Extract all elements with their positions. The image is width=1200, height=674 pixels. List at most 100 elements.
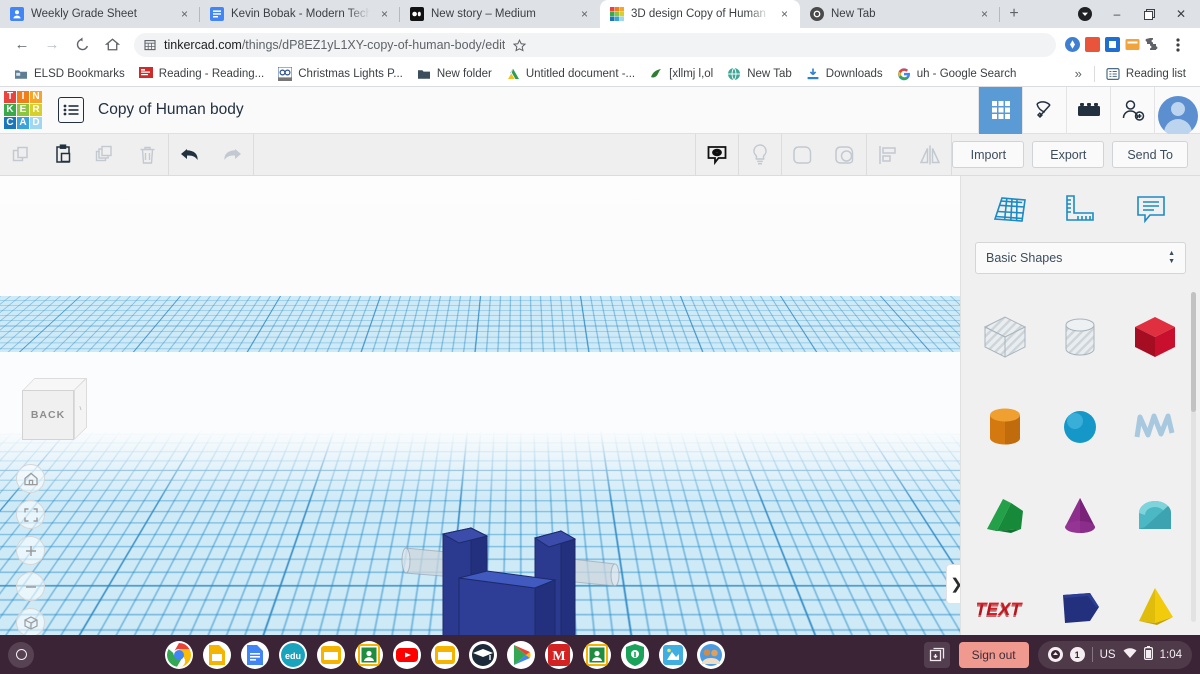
slides-app[interactable]: [203, 640, 231, 669]
avatar[interactable]: [1154, 86, 1200, 134]
bookmark-item[interactable]: New Tab: [720, 63, 799, 85]
profile-badge-icon[interactable]: [1070, 0, 1100, 28]
tab-close-icon[interactable]: ×: [177, 7, 192, 22]
import-button[interactable]: Import: [952, 141, 1025, 168]
paste-icon[interactable]: [42, 134, 84, 176]
bookmark-star-icon[interactable]: [513, 38, 527, 52]
extension-icon-4[interactable]: [1124, 36, 1141, 53]
box-shape[interactable]: [1118, 292, 1193, 382]
address-bar[interactable]: tinkercad.com/things/dP8EZ1yL1XY-copy-of…: [134, 32, 1056, 57]
bookmark-item[interactable]: Reading - Reading...: [132, 63, 271, 85]
extension-icon-2[interactable]: [1084, 36, 1101, 53]
reading-list-button[interactable]: Reading list: [1099, 63, 1193, 85]
tab-close-icon[interactable]: ×: [577, 7, 592, 22]
tube-shape[interactable]: [1118, 472, 1193, 562]
minimize-button[interactable]: –: [1102, 0, 1132, 28]
extension-icon-1[interactable]: [1064, 36, 1081, 53]
tinkercad-logo[interactable]: T I N K E R C A D: [2, 89, 44, 131]
site-info-icon[interactable]: [144, 39, 156, 51]
tab-close-icon[interactable]: ×: [377, 7, 392, 22]
browser-tab[interactable]: Kevin Bobak - Modern Tech. Gr ×: [200, 0, 400, 28]
pickaxe-icon[interactable]: [1022, 86, 1066, 134]
close-window-button[interactable]: ✕: [1166, 0, 1196, 28]
extensions-puzzle-icon[interactable]: [1144, 36, 1161, 53]
grad-cap-app[interactable]: [469, 640, 497, 669]
status-tray[interactable]: 1 US 1:04: [1037, 640, 1192, 669]
classroom-app-1[interactable]: [355, 640, 383, 669]
browser-tab[interactable]: New story – Medium ×: [400, 0, 600, 28]
bookmark-item[interactable]: New folder: [410, 63, 499, 85]
3d-viewport[interactable]: \ BACK ❯ Edit Grid: [0, 176, 960, 635]
show-hide-icon[interactable]: [696, 134, 738, 176]
shape-category-dropdown[interactable]: Basic Shapes ▲ ▼: [975, 242, 1186, 274]
export-button[interactable]: Export: [1032, 141, 1105, 168]
home-button[interactable]: [98, 31, 126, 59]
tab-close-icon[interactable]: ×: [777, 7, 792, 22]
ruler-icon[interactable]: [1058, 187, 1102, 231]
bookmark-item[interactable]: [xllmj l,ol: [642, 63, 720, 85]
zoom-in-button[interactable]: [16, 536, 45, 565]
cylinder-hole-shape[interactable]: [1042, 292, 1117, 382]
3d-model-human-body[interactable]: [395, 516, 635, 635]
logo-tile: A: [17, 117, 29, 129]
tab-close-icon[interactable]: ×: [977, 7, 992, 22]
blocks-grid-icon[interactable]: [978, 86, 1022, 134]
lego-brick-icon[interactable]: [1066, 86, 1110, 134]
fit-all-button[interactable]: [16, 500, 45, 529]
mathway-app[interactable]: M: [545, 640, 573, 669]
bookmark-item[interactable]: ELSD Bookmarks: [7, 63, 132, 85]
contacts-favicon: [10, 7, 24, 21]
undo-icon[interactable]: [169, 134, 211, 176]
browser-tab[interactable]: New Tab ×: [800, 0, 1000, 28]
blue-app[interactable]: [659, 640, 687, 669]
sign-out-button[interactable]: Sign out: [958, 641, 1029, 668]
docs-app[interactable]: [241, 640, 269, 669]
bookmarks-overflow-button[interactable]: »: [1067, 66, 1090, 81]
bookmark-item[interactable]: uh - Google Search: [890, 63, 1024, 85]
view-cube-front-face[interactable]: BACK: [22, 390, 74, 440]
browser-menu-icon[interactable]: [1164, 31, 1192, 59]
bookmark-item[interactable]: Christmas Lights P...: [271, 63, 410, 85]
project-menu-icon[interactable]: [58, 97, 84, 123]
battery-icon: [1143, 646, 1153, 663]
new-tab-button[interactable]: +: [1000, 0, 1028, 28]
scribble-shape[interactable]: [1118, 382, 1193, 472]
window-app-1[interactable]: [317, 640, 345, 669]
send-to-button[interactable]: Send To: [1112, 141, 1188, 168]
bookmark-item[interactable]: Untitled document -...: [499, 63, 642, 85]
extension-icon-3[interactable]: [1104, 36, 1121, 53]
edu-app[interactable]: edu: [279, 640, 307, 669]
youtube-app[interactable]: [393, 640, 421, 669]
perspective-toggle-button[interactable]: [16, 608, 45, 635]
launcher-button[interactable]: [8, 641, 34, 668]
browser-tab-active[interactable]: 3D design Copy of Human bod ×: [600, 0, 800, 28]
panel-scrollbar[interactable]: [1191, 292, 1196, 622]
chrome-app[interactable]: [165, 640, 193, 669]
bookmark-item[interactable]: Downloads: [799, 63, 890, 85]
back-button[interactable]: ←: [8, 31, 36, 59]
cylinder-shape[interactable]: [967, 382, 1042, 472]
wedge-shape[interactable]: [967, 472, 1042, 562]
shield-app[interactable]: [621, 640, 649, 669]
collapse-panel-button[interactable]: ❯: [946, 564, 960, 604]
maximize-button[interactable]: [1134, 0, 1164, 28]
box-hole-shape[interactable]: [967, 292, 1042, 382]
play-store-app[interactable]: [507, 640, 535, 669]
browser-tab[interactable]: Weekly Grade Sheet ×: [0, 0, 200, 28]
people-app[interactable]: [697, 640, 725, 669]
view-cube[interactable]: \ BACK: [16, 376, 90, 448]
cone-shape[interactable]: [1042, 472, 1117, 562]
view-cube-side-face[interactable]: \: [74, 377, 87, 440]
reload-button[interactable]: [68, 31, 96, 59]
sphere-shape[interactable]: [1042, 382, 1117, 472]
window-app-2[interactable]: [431, 640, 459, 669]
invite-person-icon[interactable]: [1110, 86, 1154, 134]
zoom-out-button[interactable]: [16, 572, 45, 601]
screen-capture-icon[interactable]: [923, 641, 950, 668]
workplane-icon[interactable]: [988, 187, 1032, 231]
page-title[interactable]: Copy of Human body: [98, 101, 244, 119]
note-icon[interactable]: [1129, 187, 1173, 231]
classroom-app-2[interactable]: [583, 640, 611, 669]
reading-list-label: Reading list: [1125, 67, 1186, 80]
home-view-button[interactable]: [16, 464, 45, 493]
